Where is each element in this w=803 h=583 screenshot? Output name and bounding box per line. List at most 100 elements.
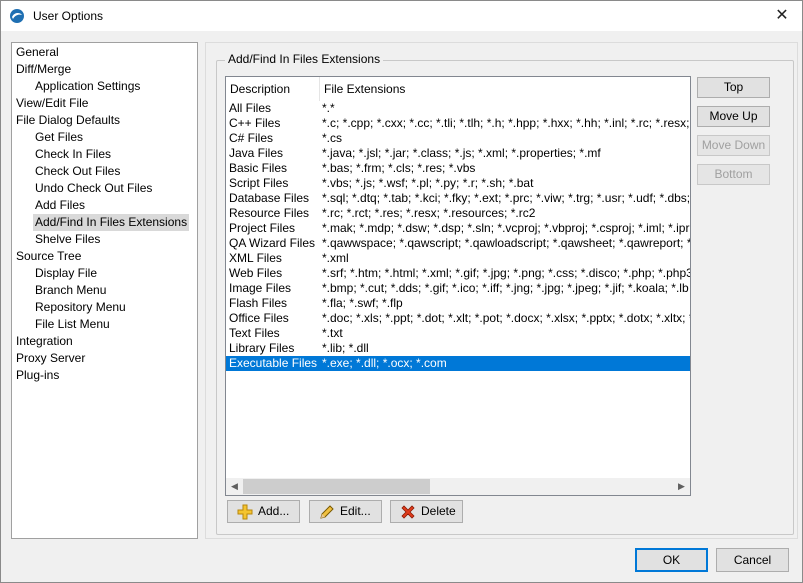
list-row[interactable]: QA Wizard Files *.qawwspace; *.qawscript;… — [226, 236, 690, 251]
ok-button-label: OK — [662, 553, 681, 567]
row-description: Java Files — [229, 146, 284, 160]
options-panel: Add/Find In Files Extensions Description… — [205, 42, 798, 539]
row-extensions: *.c; *.cpp; *.cxx; *.cc; *.tli; *.tlh; *… — [322, 116, 690, 130]
edit-button-label: Edit... — [340, 504, 371, 518]
row-extensions: *.xml — [322, 251, 349, 265]
app-logo-icon — [10, 9, 24, 23]
row-extensions: *.mak; *.mdp; *.dsw; *.dsp; *.sln; *.vcp… — [322, 221, 690, 235]
group-title: Add/Find In Files Extensions — [225, 52, 384, 66]
list-row[interactable]: Office Files *.doc; *.xls; *.ppt; *.dot; … — [226, 311, 690, 326]
column-header-file-extensions[interactable]: File Extensions — [320, 77, 405, 101]
extensions-list[interactable]: Description File Extensions All Files *.*… — [225, 76, 691, 496]
row-description: C# Files — [229, 131, 274, 145]
tree-item[interactable]: Get Files — [33, 129, 85, 146]
window-title: User Options — [33, 9, 104, 23]
delete-x-icon — [401, 505, 415, 519]
tree-item[interactable]: Check In Files — [33, 146, 113, 163]
list-row[interactable]: Basic Files *.bas; *.frm; *.cls; *.res; *… — [226, 161, 690, 176]
move-down-button-label: Move Down — [701, 138, 766, 152]
list-row[interactable]: Script Files *.vbs; *.js; *.wsf; *.pl; *.… — [226, 176, 690, 191]
list-row[interactable]: C# Files *.cs — [226, 131, 690, 146]
row-description: Office Files — [229, 311, 289, 325]
bottom-button-label: Bottom — [714, 167, 753, 181]
row-extensions: *.sql; *.dtq; *.tab; *.kci; *.fky; *.ext… — [322, 191, 690, 205]
tree-item[interactable]: Display File — [33, 265, 99, 282]
delete-button[interactable]: Delete — [390, 500, 463, 523]
close-icon[interactable]: ✕ — [762, 1, 802, 31]
move-up-button[interactable]: Move Up — [697, 106, 770, 127]
cancel-button[interactable]: Cancel — [716, 548, 789, 572]
horizontal-scrollbar[interactable]: ◀ ▶ — [226, 478, 690, 495]
row-extensions: *.srf; *.htm; *.html; *.xml; *.gif; *.jp… — [322, 266, 690, 280]
scroll-left-icon[interactable]: ◀ — [226, 478, 243, 495]
list-row[interactable]: Image Files *.bmp; *.cut; *.dds; *.gif; *… — [226, 281, 690, 296]
row-extensions: *.bas; *.frm; *.cls; *.res; *.vbs — [322, 161, 476, 175]
list-row[interactable]: Library Files *.lib; *.dll — [226, 341, 690, 356]
list-row[interactable]: Resource Files *.rc; *.rct; *.res; *.resx… — [226, 206, 690, 221]
row-extensions: *.exe; *.dll; *.ocx; *.com — [322, 356, 447, 370]
row-description: Project Files — [229, 221, 296, 235]
tree-item[interactable]: Repository Menu — [33, 299, 128, 316]
edit-button[interactable]: Edit... — [309, 500, 382, 523]
row-description: Database Files — [229, 191, 310, 205]
top-button-label: Top — [723, 80, 744, 94]
tree-item[interactable]: Add/Find In Files Extensions — [33, 214, 190, 231]
row-description: XML Files — [229, 251, 282, 265]
row-description: Resource Files — [229, 206, 310, 220]
move-down-button[interactable]: Move Down — [697, 135, 770, 156]
row-description: Script Files — [229, 176, 289, 190]
options-tree[interactable]: General Diff/Merge Application Settings Vie… — [11, 42, 198, 539]
list-row[interactable]: C++ Files *.c; *.cpp; *.cxx; *.cc; *.tli;… — [226, 116, 690, 131]
scroll-thumb[interactable] — [243, 479, 430, 494]
row-description: Basic Files — [229, 161, 288, 175]
row-description: Flash Files — [229, 296, 288, 310]
row-description: Web Files — [229, 266, 283, 280]
row-extensions: *.* — [322, 101, 335, 115]
add-button[interactable]: Add... — [227, 500, 300, 523]
list-row[interactable]: Project Files *.mak; *.mdp; *.dsw; *.dsp;… — [226, 221, 690, 236]
row-description: Text Files — [229, 326, 280, 340]
tree-item[interactable]: Undo Check Out Files — [33, 180, 154, 197]
tree-item[interactable]: Integration — [14, 333, 75, 350]
move-up-button-label: Move Up — [709, 109, 758, 123]
tree-item[interactable]: Check Out Files — [33, 163, 122, 180]
scroll-right-icon[interactable]: ▶ — [673, 478, 690, 495]
tree-item[interactable]: Shelve Files — [33, 231, 102, 248]
row-description: QA Wizard Files — [229, 236, 316, 250]
pencil-icon — [320, 505, 334, 519]
row-description: Image Files — [229, 281, 292, 295]
tree-item[interactable]: Diff/Merge — [14, 61, 73, 78]
tree-item[interactable]: Proxy Server — [14, 350, 87, 367]
tree-item[interactable]: Plug-ins — [14, 367, 61, 384]
row-description: Library Files — [229, 341, 295, 355]
tree-item[interactable]: General — [14, 44, 61, 61]
row-description: All Files — [229, 101, 272, 115]
tree-item[interactable]: Add Files — [33, 197, 87, 214]
list-row[interactable]: Web Files *.srf; *.htm; *.html; *.xml; *.… — [226, 266, 690, 281]
tree-item[interactable]: View/Edit File — [14, 95, 90, 112]
list-row[interactable]: Java Files *.java; *.jsl; *.jar; *.class;… — [226, 146, 690, 161]
delete-button-label: Delete — [421, 504, 456, 518]
list-row[interactable]: All Files *.* — [226, 101, 690, 116]
column-header-description[interactable]: Description — [226, 77, 290, 101]
cancel-button-label: Cancel — [733, 553, 772, 567]
add-plus-icon — [237, 504, 253, 520]
top-button[interactable]: Top — [697, 77, 770, 98]
row-extensions: *.txt — [322, 326, 343, 340]
tree-item[interactable]: File Dialog Defaults — [14, 112, 122, 129]
row-extensions: *.fla; *.swf; *.flp — [322, 296, 403, 310]
tree-item[interactable]: Branch Menu — [33, 282, 108, 299]
ok-button[interactable]: OK — [635, 548, 708, 572]
list-row[interactable]: XML Files *.xml — [226, 251, 690, 266]
row-description: Executable Files — [229, 356, 318, 370]
list-row[interactable]: Text Files *.txt — [226, 326, 690, 341]
list-row[interactable]: Flash Files *.fla; *.swf; *.flp — [226, 296, 690, 311]
list-row[interactable]: Executable Files *.exe; *.dll; *.ocx; *.c… — [226, 356, 690, 371]
add-button-label: Add... — [258, 504, 290, 518]
tree-item[interactable]: Application Settings — [33, 78, 142, 95]
tree-item[interactable]: Source Tree — [14, 248, 83, 265]
bottom-button[interactable]: Bottom — [697, 164, 770, 185]
list-row[interactable]: Database Files *.sql; *.dtq; *.tab; *.kci… — [226, 191, 690, 206]
row-extensions: *.vbs; *.js; *.wsf; *.pl; *.py; *.r; *.s… — [322, 176, 534, 190]
tree-item[interactable]: File List Menu — [33, 316, 112, 333]
